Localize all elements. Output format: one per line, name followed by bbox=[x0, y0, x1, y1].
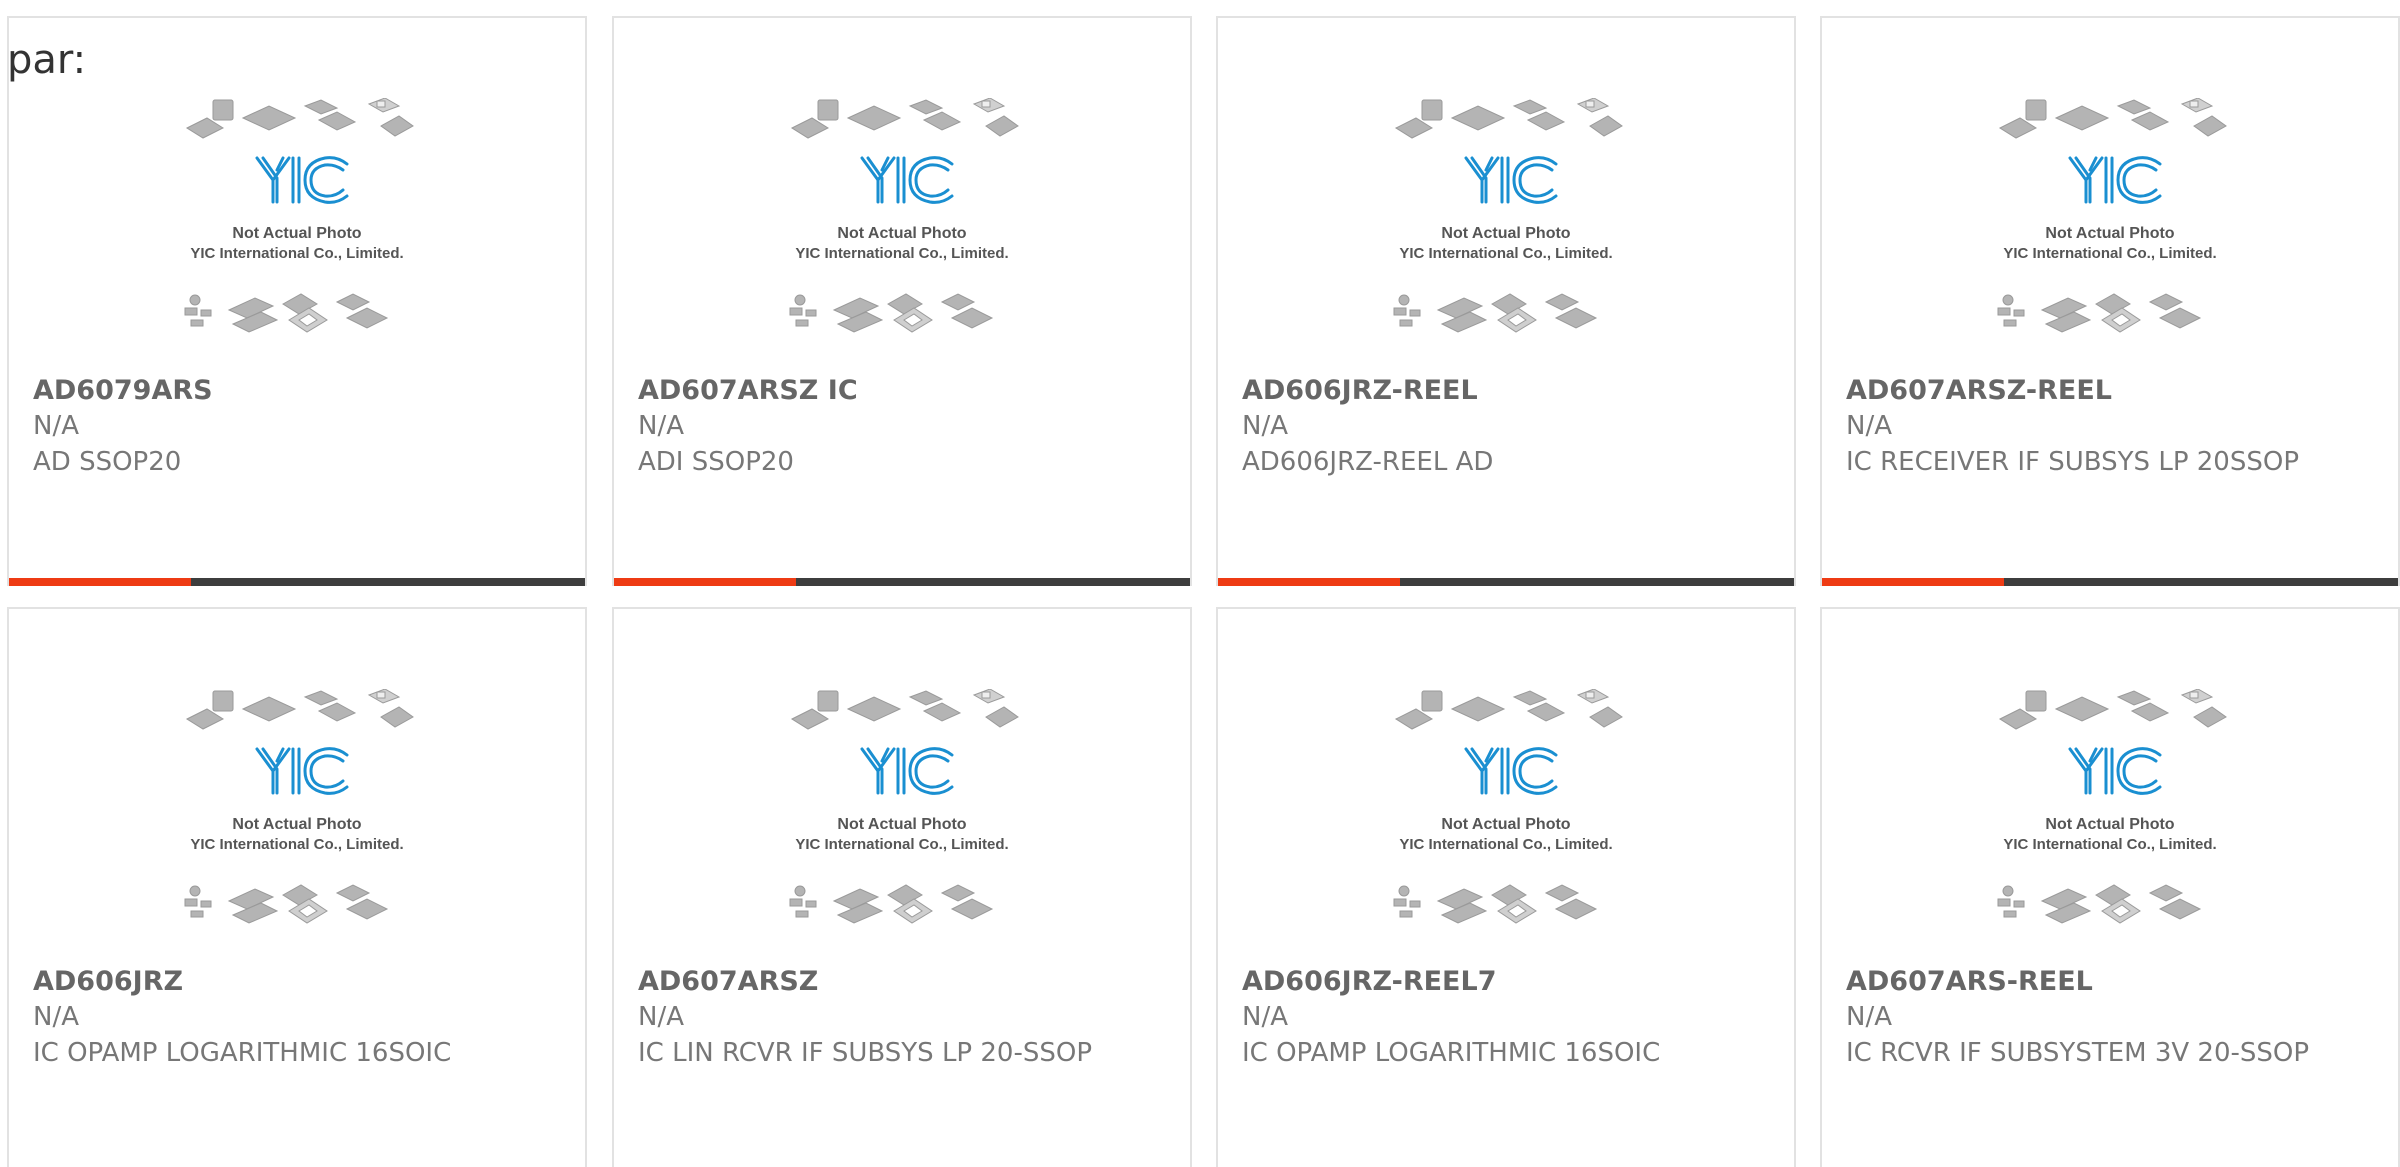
product-manufacturer: N/A bbox=[638, 1002, 684, 1032]
product-description: AD SSOP20 bbox=[33, 447, 182, 477]
product-card[interactable]: Not Actual Photo YIC International Co., … bbox=[7, 607, 587, 1167]
product-description: AD606JRZ-REEL AD bbox=[1242, 447, 1494, 477]
product-name-link[interactable]: AD606JRZ bbox=[33, 966, 183, 997]
product-manufacturer: N/A bbox=[1846, 411, 1892, 441]
product-name-link[interactable]: AD607ARSZ bbox=[638, 966, 818, 997]
product-card[interactable]: Not Actual Photo YIC International Co., … bbox=[612, 16, 1192, 586]
svg-text:YIC International Co., Limited: YIC International Co., Limited. bbox=[2003, 245, 2216, 262]
product-description: IC RECEIVER IF SUBSYS LP 20SSOP bbox=[1846, 447, 2299, 477]
svg-text:Not Actual Photo: Not Actual Photo bbox=[232, 225, 361, 242]
svg-text:YIC International Co., Limited: YIC International Co., Limited. bbox=[1399, 245, 1612, 262]
product-image[interactable]: Not Actual Photo YIC International Co., … bbox=[1218, 98, 1794, 368]
product-name-link[interactable]: AD6079ARS bbox=[33, 375, 213, 406]
svg-text:YIC International Co., Limited: YIC International Co., Limited. bbox=[190, 245, 403, 262]
product-card[interactable]: Not Actual Photo YIC International Co., … bbox=[1216, 607, 1796, 1167]
card-bottom-bar bbox=[1822, 578, 2398, 586]
product-image[interactable]: Not Actual Photo YIC International Co., … bbox=[1822, 98, 2398, 368]
svg-text:YIC International Co., Limited: YIC International Co., Limited. bbox=[190, 836, 403, 853]
svg-text:Not Actual Photo: Not Actual Photo bbox=[2045, 225, 2174, 242]
product-image[interactable]: Not Actual Photo YIC International Co., … bbox=[614, 689, 1190, 959]
product-image[interactable]: Not Actual Photo YIC International Co., … bbox=[9, 689, 585, 959]
product-image[interactable]: Not Actual Photo YIC International Co., … bbox=[1218, 689, 1794, 959]
product-manufacturer: N/A bbox=[1846, 1002, 1892, 1032]
svg-text:Not Actual Photo: Not Actual Photo bbox=[2045, 816, 2174, 833]
product-description: IC OPAMP LOGARITHMIC 16SOIC bbox=[33, 1038, 452, 1068]
product-name-link[interactable]: AD607ARSZ IC bbox=[638, 375, 858, 406]
product-image[interactable]: Not Actual Photo YIC International Co., … bbox=[1822, 689, 2398, 959]
card-bottom-bar bbox=[1218, 578, 1794, 586]
svg-text:Not Actual Photo: Not Actual Photo bbox=[837, 225, 966, 242]
product-description: ADI SSOP20 bbox=[638, 447, 794, 477]
product-card[interactable]: Not Actual Photo YIC International Co., … bbox=[7, 16, 587, 586]
product-description: IC LIN RCVR IF SUBSYS LP 20-SSOP bbox=[638, 1038, 1092, 1068]
svg-text:YIC International Co., Limited: YIC International Co., Limited. bbox=[2003, 836, 2216, 853]
product-description: IC RCVR IF SUBSYSTEM 3V 20-SSOP bbox=[1846, 1038, 2310, 1068]
product-card[interactable]: Not Actual Photo YIC International Co., … bbox=[1820, 16, 2400, 586]
svg-text:YIC International Co., Limited: YIC International Co., Limited. bbox=[795, 245, 1008, 262]
svg-text:Not Actual Photo: Not Actual Photo bbox=[1441, 816, 1570, 833]
card-bottom-accent bbox=[1218, 578, 1400, 586]
svg-text:YIC International Co., Limited: YIC International Co., Limited. bbox=[795, 836, 1008, 853]
svg-text:YIC International Co., Limited: YIC International Co., Limited. bbox=[1399, 836, 1612, 853]
product-name-link[interactable]: AD606JRZ-REEL bbox=[1242, 375, 1478, 406]
product-image[interactable]: Not Actual Photo YIC International Co., … bbox=[614, 98, 1190, 368]
svg-text:Not Actual Photo: Not Actual Photo bbox=[837, 816, 966, 833]
product-name-link[interactable]: AD607ARSZ-REEL bbox=[1846, 375, 2112, 406]
card-bottom-accent bbox=[1822, 578, 2004, 586]
product-card[interactable]: Not Actual Photo YIC International Co., … bbox=[1820, 607, 2400, 1167]
product-name-link[interactable]: AD606JRZ-REEL7 bbox=[1242, 966, 1496, 997]
product-name-link[interactable]: AD607ARS-REEL bbox=[1846, 966, 2093, 997]
card-bottom-bar bbox=[614, 578, 1190, 586]
page-prefix-text: par: bbox=[7, 37, 87, 83]
product-manufacturer: N/A bbox=[1242, 411, 1288, 441]
card-bottom-accent bbox=[614, 578, 796, 586]
card-bottom-accent bbox=[9, 578, 191, 586]
product-card[interactable]: Not Actual Photo YIC International Co., … bbox=[1216, 16, 1796, 586]
product-description: IC OPAMP LOGARITHMIC 16SOIC bbox=[1242, 1038, 1661, 1068]
product-manufacturer: N/A bbox=[33, 1002, 79, 1032]
svg-text:Not Actual Photo: Not Actual Photo bbox=[1441, 225, 1570, 242]
product-manufacturer: N/A bbox=[1242, 1002, 1288, 1032]
product-image[interactable]: Not Actual Photo YIC International Co., … bbox=[9, 98, 585, 368]
product-manufacturer: N/A bbox=[33, 411, 79, 441]
product-card[interactable]: Not Actual Photo YIC International Co., … bbox=[612, 607, 1192, 1167]
svg-text:Not Actual Photo: Not Actual Photo bbox=[232, 816, 361, 833]
card-bottom-bar bbox=[9, 578, 585, 586]
product-manufacturer: N/A bbox=[638, 411, 684, 441]
